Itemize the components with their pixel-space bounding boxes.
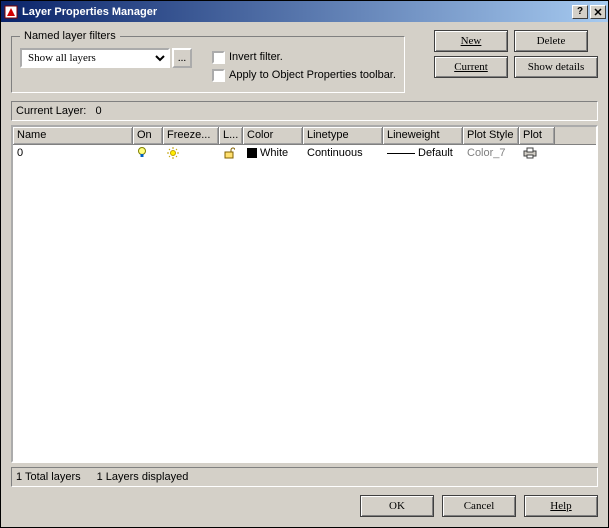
app-icon bbox=[4, 5, 18, 19]
cell-plot[interactable] bbox=[519, 147, 555, 159]
ok-button[interactable]: OK bbox=[360, 495, 434, 517]
show-details-button[interactable]: Show details bbox=[514, 56, 598, 78]
cell-linetype[interactable]: Continuous bbox=[303, 147, 383, 159]
cell-plotstyle: Color_7 bbox=[463, 147, 519, 159]
top-right-buttons: New Delete Current Show details bbox=[434, 30, 598, 82]
titlebar: Layer Properties Manager ? bbox=[1, 1, 608, 22]
col-freeze[interactable]: Freeze... bbox=[163, 127, 219, 144]
col-linetype[interactable]: Linetype bbox=[303, 127, 383, 144]
help-dialog-button[interactable]: Help bbox=[524, 495, 598, 517]
status-bar: 1 Total layers 1 Layers displayed bbox=[11, 467, 598, 487]
sun-icon bbox=[167, 147, 179, 159]
col-color[interactable]: Color bbox=[243, 127, 303, 144]
cell-lineweight-label: Default bbox=[418, 147, 453, 159]
col-plotstyle[interactable]: Plot Style bbox=[463, 127, 519, 144]
col-lineweight[interactable]: Lineweight bbox=[383, 127, 463, 144]
cell-on[interactable] bbox=[133, 147, 163, 159]
cell-name: 0 bbox=[13, 147, 133, 159]
checkbox-icon bbox=[212, 69, 225, 82]
new-button[interactable]: New bbox=[434, 30, 508, 52]
current-layer-value: 0 bbox=[95, 105, 101, 117]
apply-toolbar-checkbox[interactable]: Apply to Object Properties toolbar. bbox=[212, 66, 396, 84]
cell-freeze[interactable] bbox=[163, 147, 219, 159]
cancel-button[interactable]: Cancel bbox=[442, 495, 516, 517]
unlock-icon bbox=[223, 147, 235, 159]
named-layer-filters-group: Named layer filters Show all layers ... … bbox=[11, 30, 405, 93]
layer-properties-window: Layer Properties Manager ? Named layer f… bbox=[0, 0, 609, 528]
invert-filter-checkbox[interactable]: Invert filter. bbox=[212, 48, 396, 66]
current-layer-label: Current Layer: bbox=[16, 105, 86, 117]
col-plot[interactable]: Plot bbox=[519, 127, 555, 144]
current-layer-status: Current Layer: 0 bbox=[11, 101, 598, 121]
client-area: Named layer filters Show all layers ... … bbox=[1, 22, 608, 527]
layer-filter-combo[interactable]: Show all layers bbox=[20, 48, 170, 68]
col-lock[interactable]: L... bbox=[219, 127, 243, 144]
checkbox-icon bbox=[212, 51, 225, 64]
grid-header: Name On Freeze... L... Color Linetype Li… bbox=[13, 127, 596, 145]
cell-color[interactable]: White bbox=[243, 147, 303, 159]
bulb-on-icon bbox=[137, 147, 147, 159]
cell-lock[interactable] bbox=[219, 147, 243, 159]
status-total: 1 Total layers bbox=[16, 471, 81, 483]
close-button[interactable] bbox=[590, 5, 606, 19]
browse-filters-button[interactable]: ... bbox=[172, 48, 192, 68]
printer-icon bbox=[523, 147, 537, 159]
layer-grid: Name On Freeze... L... Color Linetype Li… bbox=[11, 125, 598, 463]
lineweight-sample-icon bbox=[387, 153, 415, 154]
col-on[interactable]: On bbox=[133, 127, 163, 144]
invert-filter-label: Invert filter. bbox=[229, 51, 283, 63]
col-name[interactable]: Name bbox=[13, 127, 133, 144]
help-button[interactable]: ? bbox=[572, 5, 588, 19]
current-button[interactable]: Current bbox=[434, 56, 508, 78]
named-layer-filters-legend: Named layer filters bbox=[20, 30, 120, 42]
table-row[interactable]: 0 bbox=[13, 145, 596, 161]
cell-color-name: White bbox=[260, 147, 288, 159]
window-title: Layer Properties Manager bbox=[22, 6, 570, 18]
apply-toolbar-label: Apply to Object Properties toolbar. bbox=[229, 69, 396, 81]
color-swatch-icon bbox=[247, 148, 257, 158]
cell-lineweight[interactable]: Default bbox=[383, 147, 463, 159]
delete-button[interactable]: Delete bbox=[514, 30, 588, 52]
bottom-buttons: OK Cancel Help bbox=[11, 495, 598, 517]
status-displayed: 1 Layers displayed bbox=[97, 471, 189, 483]
grid-body[interactable]: 0 bbox=[13, 145, 596, 461]
